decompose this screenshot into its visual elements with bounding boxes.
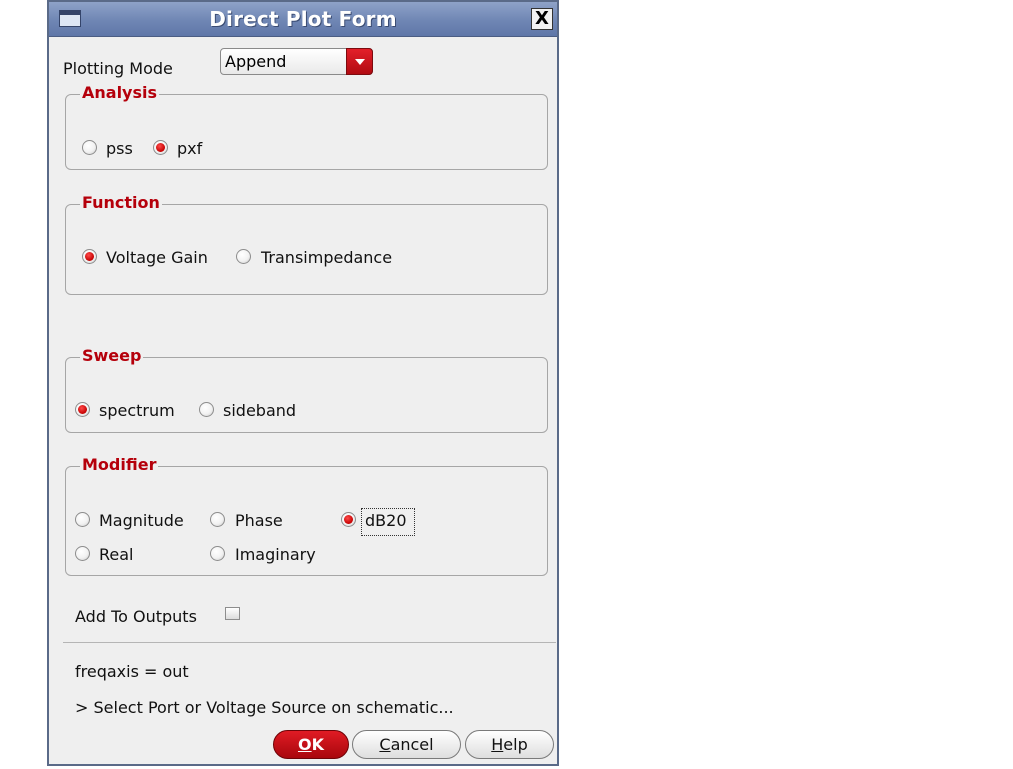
plotting-mode-label: Plotting Mode [63,59,173,78]
modifier-magnitude-label[interactable]: Magnitude [99,511,184,530]
modifier-imaginary-radio[interactable] [210,546,225,561]
modifier-phase-radio[interactable] [210,512,225,527]
modifier-imaginary-label[interactable]: Imaginary [235,545,316,564]
selection-prompt-text: > Select Port or Voltage Source on schem… [75,698,454,717]
add-to-outputs-checkbox[interactable] [225,607,240,620]
freqaxis-text: freqaxis = out [75,662,189,681]
modifier-group-title: Modifier [80,455,159,474]
close-button[interactable]: X [531,8,553,30]
analysis-pss-label[interactable]: pss [106,139,133,158]
modifier-db20-label[interactable]: dB20 [365,511,407,530]
ok-label-rest: K [311,735,324,754]
function-transimpedance-label[interactable]: Transimpedance [261,248,392,267]
analysis-pss-radio[interactable] [82,140,97,155]
analysis-group-title: Analysis [80,83,160,102]
cancel-button[interactable]: Cancel [352,730,461,759]
sweep-group-title: Sweep [80,346,144,365]
direct-plot-form-dialog: Direct Plot Form X Plotting Mode Append … [47,0,559,766]
ok-button[interactable]: OK [273,730,349,759]
modifier-phase-label[interactable]: Phase [235,511,283,530]
help-mnemonic: H [491,735,504,754]
function-voltage-gain-label[interactable]: Voltage Gain [106,248,208,267]
modifier-real-radio[interactable] [75,546,90,561]
help-label-rest: elp [503,735,528,754]
sweep-sideband-label[interactable]: sideband [223,401,296,420]
title-bar[interactable]: Direct Plot Form X [49,2,557,37]
help-button[interactable]: Help [465,730,554,759]
analysis-pxf-radio[interactable] [153,140,168,155]
function-transimpedance-radio[interactable] [236,249,251,264]
window-title: Direct Plot Form [209,7,397,31]
function-voltage-gain-radio[interactable] [82,249,97,264]
sweep-spectrum-radio[interactable] [75,402,90,417]
separator [63,642,556,643]
cancel-mnemonic: C [379,735,391,754]
add-to-outputs-label: Add To Outputs [75,607,197,626]
modifier-db20-radio[interactable] [341,512,356,527]
plotting-mode-value: Append [225,52,287,71]
analysis-group: Analysis [65,83,548,170]
analysis-pxf-label[interactable]: pxf [177,139,202,158]
sweep-sideband-radio[interactable] [199,402,214,417]
modifier-magnitude-radio[interactable] [75,512,90,527]
plotting-mode-combobox[interactable]: Append [220,48,373,75]
ok-mnemonic: O [297,735,312,754]
sweep-group: Sweep [65,346,548,433]
cancel-label-rest: ancel [390,735,434,754]
screen: Direct Plot Form X Plotting Mode Append … [0,0,1013,769]
modifier-real-label[interactable]: Real [99,545,134,564]
sweep-spectrum-label[interactable]: spectrum [99,401,175,420]
chevron-down-icon[interactable] [346,48,373,75]
function-group-title: Function [80,193,162,212]
